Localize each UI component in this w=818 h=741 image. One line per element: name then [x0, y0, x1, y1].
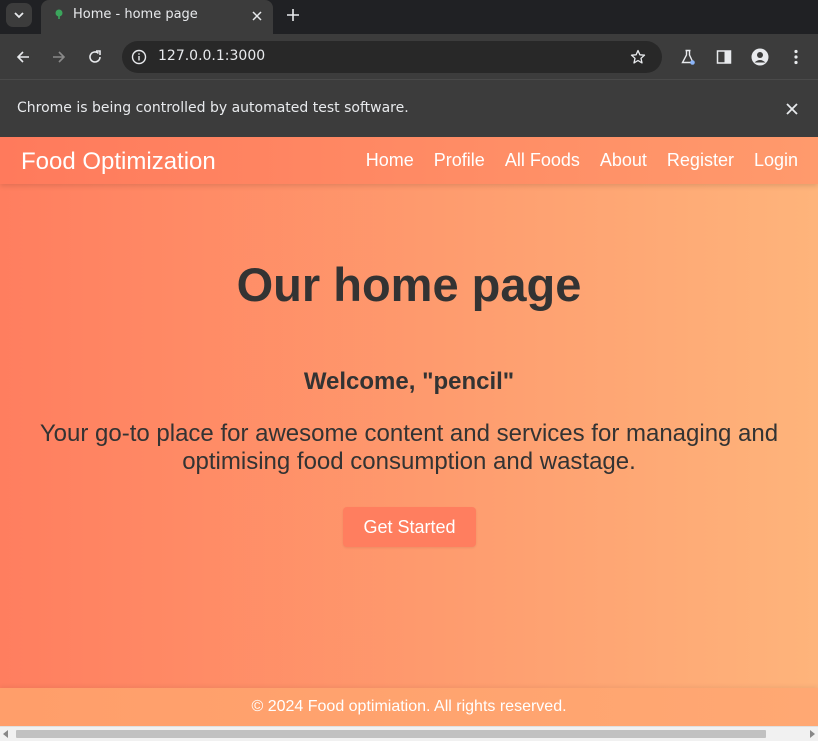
more-icon — [794, 49, 798, 65]
nav-link-all-foods[interactable]: All Foods — [505, 150, 580, 171]
infobar-message: Chrome is being controlled by automated … — [17, 100, 409, 116]
nav-link-login[interactable]: Login — [754, 150, 798, 171]
close-icon — [786, 103, 798, 115]
site-navbar: Food Optimization Home Profile All Foods… — [0, 137, 818, 184]
automation-infobar: Chrome is being controlled by automated … — [0, 79, 818, 137]
close-icon — [252, 11, 262, 21]
nav-link-profile[interactable]: Profile — [434, 150, 485, 171]
side-panel-button[interactable] — [711, 44, 737, 70]
back-icon — [16, 51, 29, 63]
tagline: Your go-to place for awesome content and… — [39, 420, 779, 475]
get-started-button[interactable]: Get Started — [343, 507, 476, 547]
tab-strip: Home - home page — [0, 0, 818, 34]
page-title: Our home page — [236, 258, 582, 311]
browser-toolbar: 127.0.0.1:3000 — [0, 34, 818, 79]
site-info-button[interactable] — [130, 48, 148, 66]
plus-icon — [287, 9, 299, 21]
active-tab[interactable]: Home - home page — [41, 0, 273, 34]
tab-search-button[interactable] — [6, 3, 32, 27]
footer-copyright: © 2024 Food optimiation. All rights rese… — [251, 698, 567, 715]
welcome-message: Welcome, "pencil" — [303, 368, 515, 395]
site-brand[interactable]: Food Optimization — [21, 148, 216, 176]
chevron-down-icon — [14, 12, 24, 19]
horizontal-scrollbar[interactable] — [0, 726, 818, 741]
bookmark-button[interactable] — [628, 47, 648, 67]
nav-link-about[interactable]: About — [600, 150, 647, 171]
nav-link-register[interactable]: Register — [667, 150, 734, 171]
back-button[interactable] — [10, 44, 36, 70]
info-icon — [131, 49, 147, 65]
reload-button[interactable] — [82, 44, 108, 70]
scrollbar-thumb[interactable] — [16, 730, 766, 738]
profile-button[interactable] — [747, 44, 773, 70]
favicon-icon — [55, 9, 63, 19]
scroll-left-arrow[interactable] — [3, 730, 8, 738]
reload-icon — [89, 50, 101, 63]
menu-button[interactable] — [783, 44, 809, 70]
star-icon — [630, 49, 646, 64]
new-tab-button[interactable] — [282, 4, 304, 26]
address-bar[interactable]: 127.0.0.1:3000 — [122, 41, 662, 73]
labs-button[interactable] — [675, 44, 701, 70]
nav-link-home[interactable]: Home — [366, 150, 414, 171]
site-footer: © 2024 Food optimiation. All rights rese… — [0, 688, 818, 726]
scroll-right-arrow[interactable] — [810, 730, 815, 738]
labs-icon — [681, 49, 695, 65]
forward-icon — [53, 51, 66, 63]
tab-close-button[interactable] — [248, 7, 266, 25]
infobar-close-button[interactable] — [782, 99, 802, 119]
url-text: 127.0.0.1:3000 — [158, 48, 266, 64]
side-panel-icon — [716, 50, 732, 64]
profile-icon — [751, 48, 769, 66]
forward-button[interactable] — [46, 44, 72, 70]
nav-links: Home Profile All Foods About Register Lo… — [366, 150, 798, 171]
page-viewport: Food Optimization Home Profile All Foods… — [0, 137, 818, 726]
tab-title: Home - home page — [73, 7, 198, 22]
